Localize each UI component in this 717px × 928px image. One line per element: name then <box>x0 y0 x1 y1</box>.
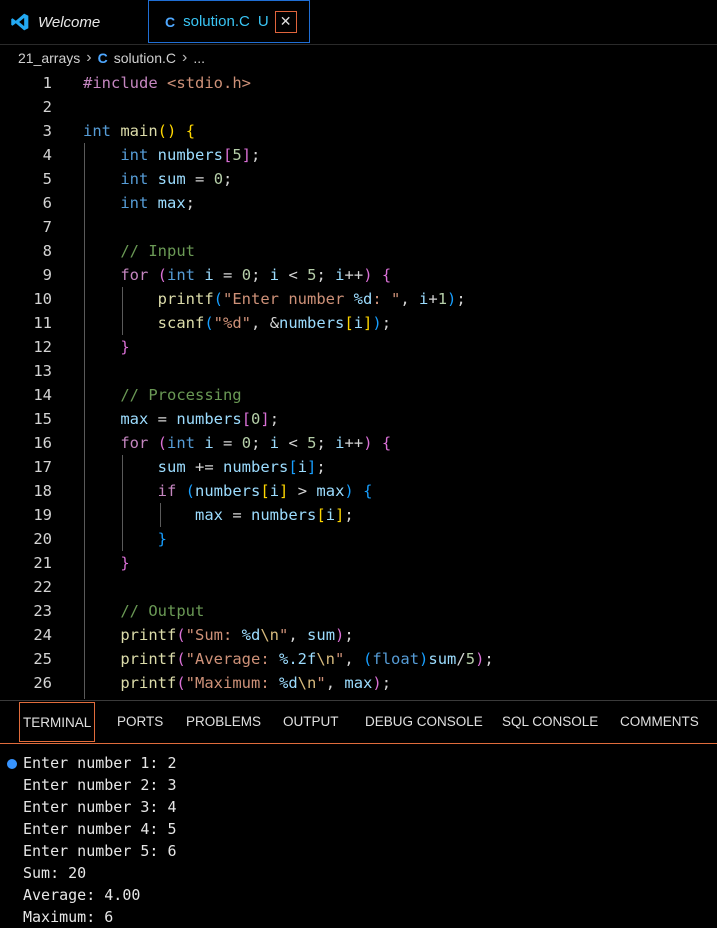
tab-output[interactable]: OUTPUT <box>283 701 339 743</box>
code-line: 10 printf("Enter number %d: ", i+1); <box>33 290 466 308</box>
code-line: 6 int max; <box>42 194 196 212</box>
terminal-line: Maximum: 6 <box>23 908 114 926</box>
code-line: 7 <box>42 218 52 236</box>
chevron-right-icon: › <box>86 49 92 66</box>
code-line: 9 for (int i = 0; i < 5; i++) { <box>42 266 392 284</box>
code-line: 23 // Output <box>33 602 205 620</box>
breadcrumb-folder[interactable]: 21_arrays <box>18 50 80 66</box>
breadcrumb-file[interactable]: solution.C <box>114 50 176 66</box>
panel-tab-bar: TERMINAL PORTS PROBLEMS OUTPUT DEBUG CON… <box>0 700 717 744</box>
code-line: 12 } <box>33 338 130 356</box>
tab-terminal[interactable]: TERMINAL <box>19 702 96 742</box>
command-status-dot-icon[interactable] <box>7 759 17 769</box>
tab-comments[interactable]: COMMENTS <box>620 701 699 743</box>
code-line: 4 int numbers[5]; <box>42 146 261 164</box>
code-line: 1 #include <stdio.h> <box>42 74 251 92</box>
tab-problems[interactable]: PROBLEMS <box>186 701 261 743</box>
vscode-logo-icon <box>11 13 29 31</box>
code-line: 16 for (int i = 0; i < 5; i++) { <box>33 434 392 452</box>
chevron-right-icon: › <box>181 49 188 66</box>
c-file-icon: C <box>165 13 176 30</box>
c-file-icon: C <box>97 50 108 66</box>
editor-tab-bar: Welcome C solution.C U ✕ <box>0 0 717 45</box>
code-line: 13 <box>33 362 52 380</box>
tab-solution-c[interactable]: C solution.C U ✕ <box>148 0 310 43</box>
tab-ports[interactable]: PORTS <box>117 701 163 743</box>
terminal-line: Enter number 1: 2 <box>23 754 177 772</box>
code-line: 2 <box>42 98 52 116</box>
code-line: 22 <box>33 578 52 596</box>
code-line: 14 // Processing <box>33 386 242 404</box>
breadcrumb-more[interactable]: ... <box>193 50 205 66</box>
code-line: 25 printf("Average: %.2f\n", (float)sum/… <box>33 650 494 668</box>
tab-sql-console[interactable]: SQL CONSOLE <box>502 701 598 743</box>
terminal-line: Enter number 5: 6 <box>23 842 177 860</box>
code-line: 26 printf("Maximum: %d\n", max); <box>33 674 392 692</box>
code-line: 24 printf("Sum: %d\n", sum); <box>33 626 354 644</box>
terminal-line: Enter number 4: 5 <box>23 820 177 838</box>
code-line: 3 int main() { <box>42 122 196 140</box>
code-line: 18 if (numbers[i] > max) { <box>33 482 373 500</box>
code-line: 27 <box>0 693 717 699</box>
code-line: 5 int sum = 0; <box>42 170 233 188</box>
code-line: 15 max = numbers[0]; <box>33 410 280 428</box>
tab-debug-console[interactable]: DEBUG CONSOLE <box>365 701 483 743</box>
terminal-line: Sum: 20 <box>23 864 87 882</box>
terminal-line: Enter number 3: 4 <box>23 798 177 816</box>
code-line: 20 } <box>33 530 167 548</box>
code-line: 11 scanf("%d", &numbers[i]); <box>33 314 392 332</box>
tab-solution-label: solution.C <box>183 13 250 30</box>
code-line: 21 } <box>33 554 130 572</box>
terminal-line: Enter number 2: 3 <box>23 776 177 794</box>
code-line: 17 sum += numbers[i]; <box>33 458 326 476</box>
tab-git-status: U <box>257 13 269 30</box>
tab-welcome-label: Welcome <box>38 13 101 31</box>
breadcrumb: 21_arrays › C solution.C › ... <box>0 45 717 71</box>
close-icon[interactable]: ✕ <box>274 10 297 33</box>
code-editor[interactable]: 1 #include <stdio.h> 2 3 int main() { 4 in… <box>0 71 717 699</box>
terminal-output[interactable]: Enter number 1: 2 Enter number 2: 3 Ente… <box>0 752 717 926</box>
tab-welcome[interactable]: Welcome <box>0 0 146 44</box>
terminal-line: Average: 4.00 <box>23 886 141 904</box>
code-line: 19 max = numbers[i]; <box>33 506 354 524</box>
code-line: 8 // Input <box>42 242 195 260</box>
